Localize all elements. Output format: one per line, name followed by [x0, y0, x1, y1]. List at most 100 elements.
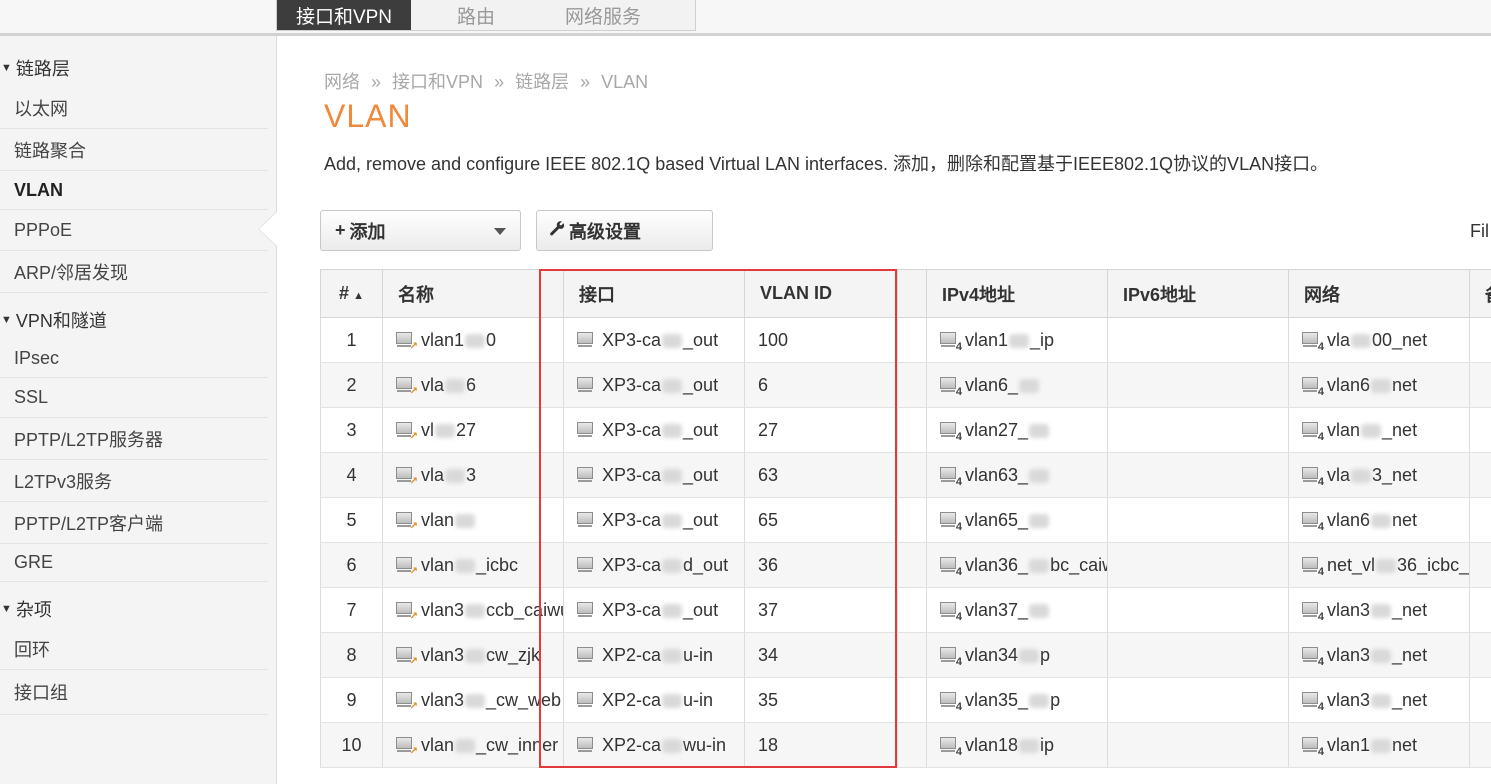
cell-interface[interactable]: XP3-ca _out [563, 317, 745, 363]
cell-ipv4[interactable]: 4 vlan6_ [926, 362, 1108, 408]
cell-ipv4[interactable]: 4 vlan1 _ip [926, 317, 1108, 363]
tab-network-services[interactable]: 网络服务 [541, 0, 665, 30]
cell-name[interactable]: ↗ vlan3 _cw_web [382, 677, 564, 723]
breadcrumb-link-link-layer[interactable]: 链路层 [515, 72, 569, 92]
table-row[interactable]: 5 ↗ vlan XP3-ca _out 65 4 vlan65_ 4 vlan6 net [320, 497, 1491, 543]
cell-name-text-a: vlan [421, 734, 455, 755]
breadcrumb-link-network[interactable]: 网络 [324, 72, 360, 92]
sidebar-item-ethernet[interactable]: 以太网 [0, 88, 268, 129]
cell-ipv4[interactable]: 4 vlan37_ [926, 587, 1108, 633]
chevron-down-icon[interactable] [494, 228, 506, 235]
tab-interfaces-vpn[interactable]: 接口和VPN [277, 0, 411, 30]
cell-interface[interactable]: XP3-ca _out [563, 407, 745, 453]
vlan-interface-icon: ↗ [396, 331, 418, 351]
column-header-extra[interactable]: 备 [1469, 269, 1491, 318]
column-header-network[interactable]: 网络 [1288, 269, 1470, 318]
cell-network[interactable]: 4 vlan6 net [1288, 497, 1470, 543]
cell-ipv4[interactable]: 4 vlan63_ [926, 452, 1108, 498]
cell-interface[interactable]: XP2-ca u-in [563, 632, 745, 678]
table-row[interactable]: 7 ↗ vlan3 ccb_caiwu XP3-ca _out 37 4 vlan37_ 4 vla… [320, 587, 1491, 633]
cell-name[interactable]: ↗ vlan _icbc [382, 542, 564, 588]
cell-network[interactable]: 4net_vl 36_icbc_c [1288, 542, 1470, 588]
cell-name[interactable]: ↗ vl 27 [382, 407, 564, 453]
sidebar-item-vlan[interactable]: VLAN [0, 171, 268, 210]
cell-network[interactable]: 4 vla 00_net [1288, 317, 1470, 363]
cell-network[interactable]: 4 vlan3 _net [1288, 632, 1470, 678]
cell-name[interactable]: ↗ vla 3 [382, 452, 564, 498]
redacted-text [1371, 648, 1392, 663]
column-header-vlan-id[interactable]: VLAN ID [744, 269, 898, 318]
redacted-text [662, 603, 683, 618]
cell-interface[interactable]: XP3-ca _out [563, 587, 745, 633]
sidebar-item-ipsec[interactable]: IPsec [0, 339, 268, 378]
sidebar-item-pptp-l2tp-server[interactable]: PPTP/L2TP服务器 [0, 418, 268, 460]
cell-network[interactable]: 4 vla 3_net [1288, 452, 1470, 498]
cell-name[interactable]: ↗ vlan _cw_inner [382, 722, 564, 768]
cell-ipv4[interactable]: 4 vlan35_ p [926, 677, 1108, 723]
sidebar-group-link-layer[interactable]: ▼ 链路层 [0, 48, 268, 88]
sidebar-item-arp-neighbor[interactable]: ARP/邻居发现 [0, 251, 268, 293]
breadcrumb-link-interfaces-vpn[interactable]: 接口和VPN [392, 72, 483, 92]
table-row[interactable]: 4 ↗ vla 3 XP3-ca _out 63 4 vlan63_ 4 vla 3_net [320, 452, 1491, 498]
cell-ipv4[interactable]: 4 vlan65_ [926, 497, 1108, 543]
sidebar-item-gre[interactable]: GRE [0, 544, 268, 582]
table-row[interactable]: 10 ↗ vlan _cw_inner XP2-ca wu-in 18 4 vlan18 ip 4 v… [320, 722, 1491, 768]
sidebar-item-l2tpv3[interactable]: L2TPv3服务 [0, 460, 268, 502]
add-button[interactable]: + 添加 [320, 210, 521, 251]
column-header-number[interactable]: # ▲ [320, 269, 383, 318]
cell-ipv4[interactable]: 4vlan36_ bc_caiwu [926, 542, 1108, 588]
cell-network-text-a: vlan3 [1327, 599, 1371, 620]
ipv4-network-icon: 4 [1302, 376, 1324, 397]
cell-network[interactable]: 4 vlan3 _net [1288, 587, 1470, 633]
column-header-ipv4[interactable]: IPv4地址 [926, 269, 1108, 318]
cell-ipv4-text-a: vlan35_ [965, 689, 1029, 710]
cell-name[interactable]: ↗ vla 6 [382, 362, 564, 408]
redacted-text [662, 558, 683, 573]
cell-interface[interactable]: XP2-ca wu-in [563, 722, 745, 768]
cell-number: 4 [320, 452, 383, 498]
sidebar-item-pppoe[interactable]: PPPoE [0, 210, 268, 251]
cell-interface-text-b: u-in [683, 689, 714, 710]
sidebar-group-label: 链路层 [15, 59, 70, 79]
sidebar-item-interface-group[interactable]: 接口组 [0, 670, 268, 715]
cell-ipv4[interactable]: 4 vlan34 p [926, 632, 1108, 678]
column-header-ipv6[interactable]: IPv6地址 [1107, 269, 1289, 318]
advanced-settings-button[interactable]: 高级设置 [536, 210, 713, 251]
table-row[interactable]: 8 ↗ vlan3 cw_zjk XP2-ca u-in 34 4 vlan34 p 4 vlan3 _… [320, 632, 1491, 678]
cell-network[interactable]: 4 vlan _net [1288, 407, 1470, 453]
breadcrumb: 网络 » 接口和VPN » 链路层 » VLAN [324, 68, 654, 94]
sidebar-group-misc[interactable]: ▼ 杂项 [0, 589, 268, 629]
sidebar-item-ssl[interactable]: SSL [0, 378, 268, 418]
cell-name[interactable]: ↗ vlan3 cw_zjk [382, 632, 564, 678]
cell-vlan-id: 18 [744, 722, 898, 768]
tab-routing[interactable]: 路由 [411, 0, 541, 30]
cell-interface[interactable]: XP3-ca _out [563, 452, 745, 498]
table-row[interactable]: 9 ↗ vlan3 _cw_web XP2-ca u-in 35 4 vlan35_ p 4 vlan… [320, 677, 1491, 723]
sidebar-item-loopback[interactable]: 回环 [0, 629, 268, 670]
table-row[interactable]: 6↗vlan_icbcXP3-cad_out364vlan36_bc_caiwu… [320, 542, 1491, 588]
cell-name[interactable]: ↗ vlan3 ccb_caiwu [382, 587, 564, 633]
cell-interface[interactable]: XP2-ca u-in [563, 677, 745, 723]
table-row[interactable]: 2 ↗ vla 6 XP3-ca _out 6 4 vlan6_ 4 vlan6 net [320, 362, 1491, 408]
interface-icon [577, 331, 595, 348]
column-header-interface[interactable]: 接口 [563, 269, 745, 318]
cell-ipv4[interactable]: 4 vlan27_ [926, 407, 1108, 453]
interface-icon [577, 466, 595, 483]
table-row[interactable]: 1 ↗ vlan1 0 XP3-ca _out 100 4 vlan1 _ip 4 vla 00_net [320, 317, 1491, 363]
cell-interface[interactable]: XP3-ca _out [563, 362, 745, 408]
cell-network[interactable]: 4 vlan1 net [1288, 722, 1470, 768]
cell-name[interactable]: ↗ vlan1 0 [382, 317, 564, 363]
sidebar-group-vpn-tunnel[interactable]: ▼ VPN和隧道 [0, 300, 268, 340]
sidebar-item-link-aggregation[interactable]: 链路聚合 [0, 129, 268, 171]
table-row[interactable]: 3 ↗ vl 27 XP3-ca _out 27 4 vlan27_ 4 vlan _net [320, 407, 1491, 453]
cell-ipv6 [1107, 542, 1289, 588]
cell-ipv4[interactable]: 4 vlan18 ip [926, 722, 1108, 768]
cell-name[interactable]: ↗ vlan [382, 497, 564, 543]
cell-network[interactable]: 4 vlan6 net [1288, 362, 1470, 408]
cell-vlan-id: 36 [744, 542, 898, 588]
sidebar-item-pptp-l2tp-client[interactable]: PPTP/L2TP客户端 [0, 502, 268, 544]
cell-interface[interactable]: XP3-ca d_out [563, 542, 745, 588]
cell-interface[interactable]: XP3-ca _out [563, 497, 745, 543]
cell-network[interactable]: 4 vlan3 _net [1288, 677, 1470, 723]
column-header-name[interactable]: 名称 [382, 269, 564, 318]
